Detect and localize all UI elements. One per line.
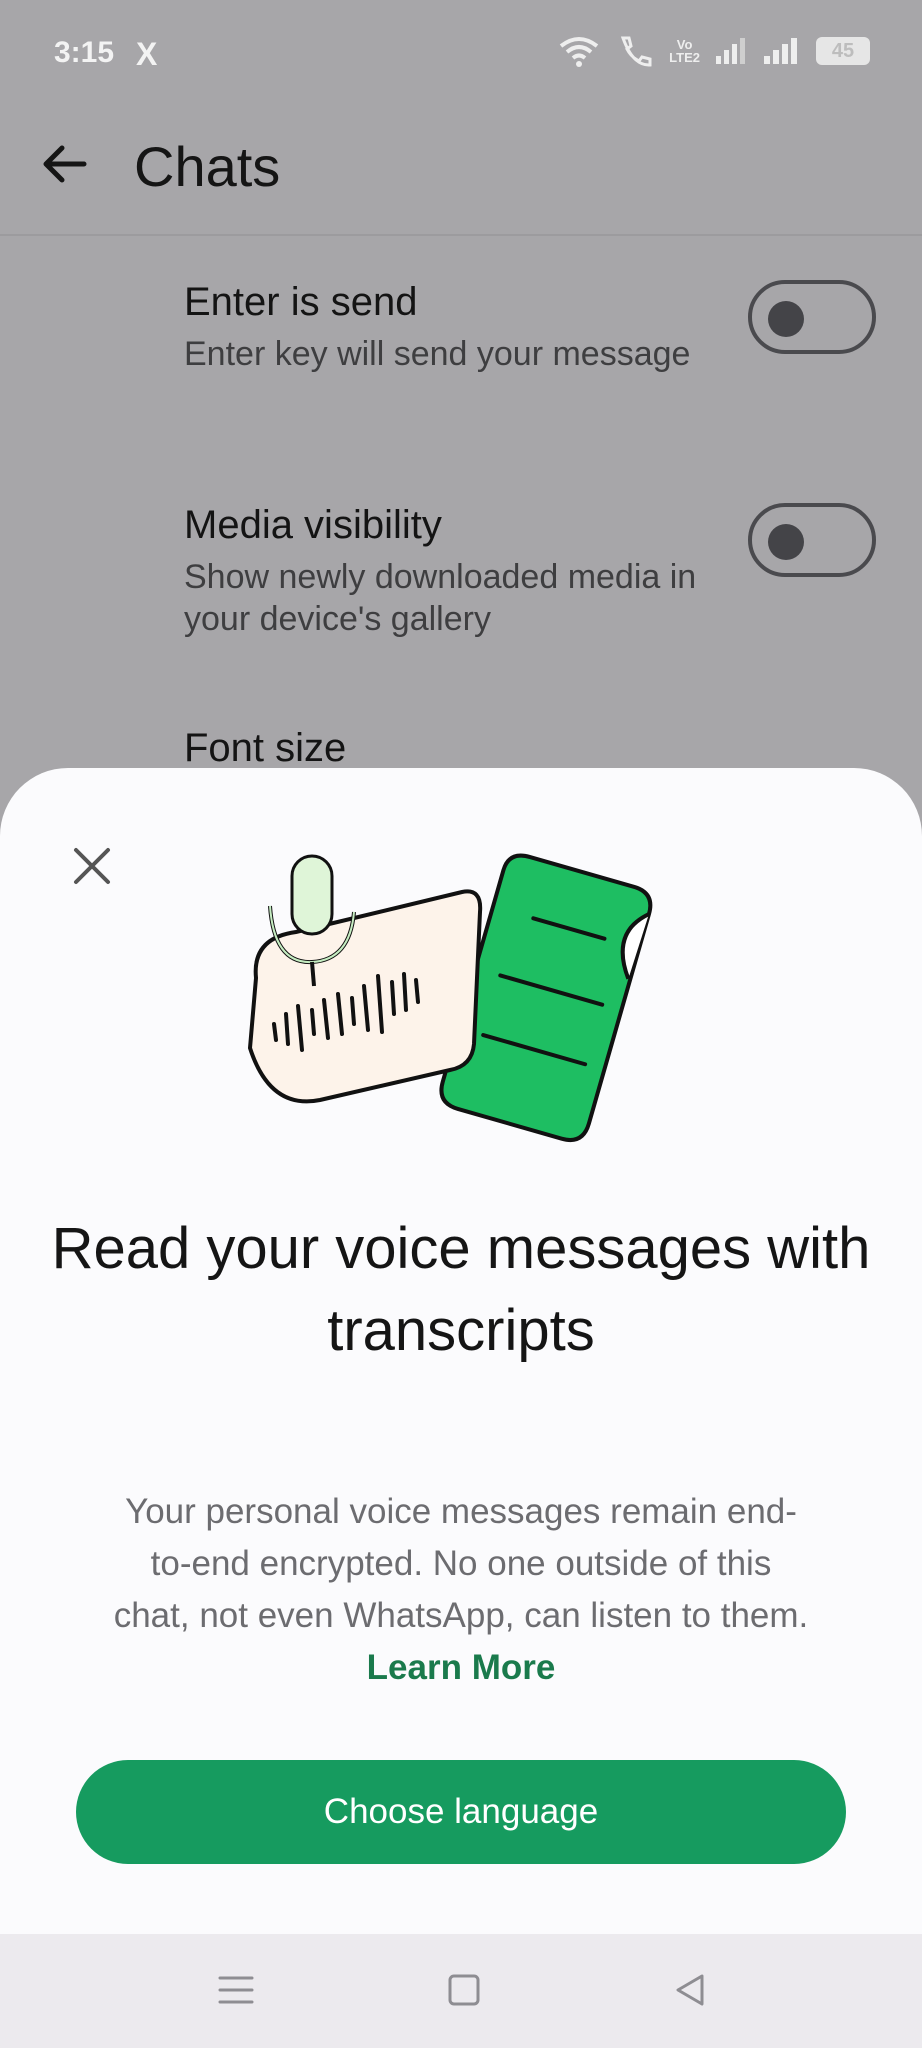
setting-font-size[interactable]: Font size [184,726,724,771]
setting-title: Media visibility [184,503,442,547]
back-nav-icon[interactable] [670,1970,710,2010]
back-arrow-icon[interactable] [36,136,92,192]
setting-enter-is-send[interactable]: Enter is send Enter key will send your m… [184,280,724,375]
toggle-knob [768,301,804,337]
status-bar: 3:15 X Vo LTE2 45 [0,0,922,106]
system-navigation-bar [0,1934,922,2048]
sheet-title: Read your voice messages with transcript… [51,1216,871,1363]
wifi-icon [559,37,599,67]
menu-icon[interactable] [216,1970,256,2010]
signal-icon-2 [764,38,797,64]
setting-title: Enter is send [184,280,418,324]
setting-subtitle: Show newly downloaded media in your devi… [184,558,697,638]
screen: 3:15 X Vo LTE2 45 Chats Enter is send En… [0,0,922,2048]
volte-indicator: Vo LTE2 [669,38,700,64]
media-visibility-toggle[interactable] [748,503,876,577]
close-icon[interactable] [70,844,114,888]
sheet-body-text: Your personal voice messages remain end-… [113,1492,809,1635]
choose-language-button[interactable]: Choose language [76,1760,846,1864]
learn-more-link[interactable]: Learn More [367,1648,556,1687]
signal-icon-1 [716,38,745,64]
app-bar: Chats [0,106,922,236]
page-title: Chats [134,135,281,198]
transcripts-bottom-sheet: Read your voice messages with transcript… [0,768,922,1934]
wifi-call-icon [621,36,652,67]
volte-bottom: LTE2 [669,50,700,65]
battery-indicator: 45 [816,37,870,65]
status-time: 3:15 [54,36,115,69]
setting-title: Font size [184,726,347,770]
home-icon[interactable] [444,1970,484,2010]
setting-subtitle: Enter key will send your message [184,335,691,373]
toggle-knob [768,524,804,560]
voice-transcript-illustration [247,853,653,1142]
status-icons: Vo LTE2 45 [557,34,870,68]
x-app-icon: X [136,36,158,72]
sheet-body: Your personal voice messages remain end-… [110,1486,812,1694]
enter-is-send-toggle[interactable] [748,280,876,354]
setting-media-visibility[interactable]: Media visibility Show newly downloaded m… [184,503,724,640]
